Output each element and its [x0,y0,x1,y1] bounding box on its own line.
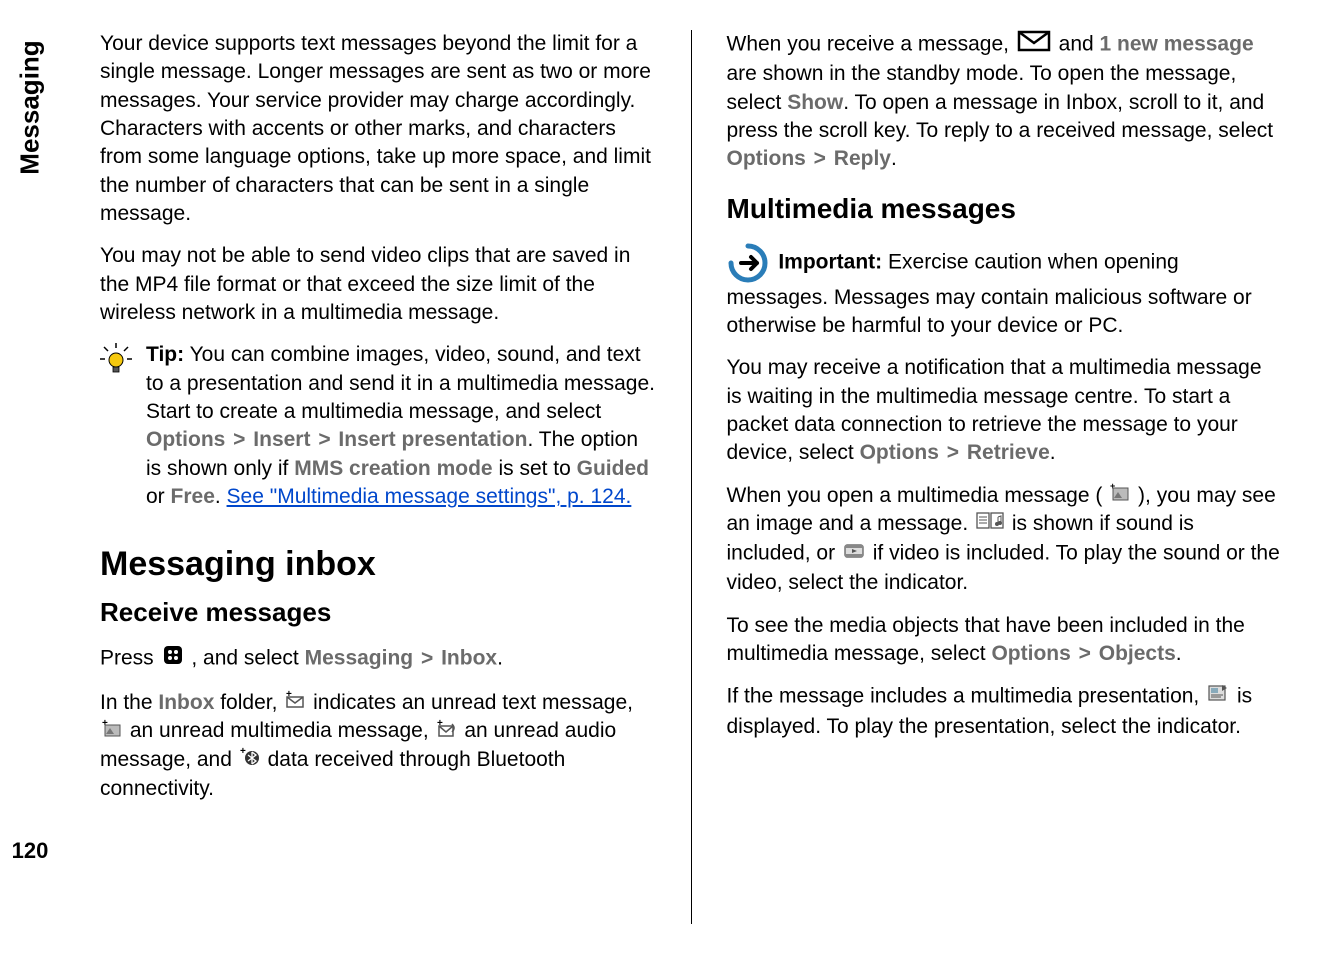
important-block: Important: Exercise caution when opening… [727,242,1283,341]
side-margin: Messaging 120 [0,0,60,954]
text: . [1176,642,1182,665]
option-label: Options [727,147,806,170]
paragraph: When you receive a message, and 1 new me… [727,30,1283,174]
text: . [891,147,897,170]
page: Messaging 120 Your device supports text … [0,0,1322,954]
option-label: Show [787,91,843,114]
tip-icon [100,343,132,375]
sound-included-icon [976,510,1004,538]
text: an unread multimedia message, [130,719,435,742]
unread-mms-icon: + [102,718,122,746]
option-label: Objects [1099,642,1176,665]
tip-text: Tip: You can combine images, video, soun… [146,341,656,511]
unread-audio-icon: + [437,718,457,746]
text: When you open a multimedia message ( [727,484,1103,507]
breadcrumb-sep: > [231,428,247,451]
content-area: Your device supports text messages beyon… [60,0,1322,954]
svg-text:+: + [240,746,246,757]
option-label: Options [860,441,939,464]
paragraph: Press , and select Messaging > Inbox. [100,644,656,674]
paragraph: When you open a multimedia message ( + )… [727,482,1283,598]
option-label: Options [146,428,225,451]
text: , and select [191,647,304,670]
text: or [146,485,171,508]
paragraph: If the message includes a multimedia pre… [727,682,1283,741]
section-label: Messaging [15,40,46,174]
tip-label: Tip: [146,343,184,366]
text: When you receive a message, [727,33,1015,56]
heading-inbox: Messaging inbox [100,542,656,588]
video-included-icon [843,539,865,569]
paragraph: Your device supports text messages beyon… [100,30,656,228]
option-label: Reply [834,147,891,170]
cross-reference-link[interactable]: See "Multimedia message settings", p. 12… [227,485,632,508]
paragraph: To see the media objects that have been … [727,612,1283,669]
subheading-receive: Receive messages [100,595,656,630]
text: If the message includes a multimedia pre… [727,685,1206,708]
section-label-text: Messaging [15,40,45,174]
option-label: Inbox [158,691,214,714]
breadcrumb-sep: > [1077,642,1093,665]
option-label: Options [991,642,1070,665]
text: . [497,647,503,670]
presentation-icon [1207,682,1229,712]
option-label: Insert [253,428,310,451]
breadcrumb-sep: > [812,147,828,170]
left-column: Your device supports text messages beyon… [100,30,656,924]
text: In the [100,691,158,714]
mms-icon: + [1110,482,1130,510]
paragraph: You may not be able to send video clips … [100,242,656,327]
status-text: 1 new message [1100,33,1254,56]
text: You can combine images, video, sound, an… [146,343,655,423]
text: . [1050,441,1056,464]
option-label: Insert presentation [338,428,527,451]
text: Press [100,647,160,670]
important-label: Important: [778,250,882,273]
column-divider [691,30,692,924]
option-label: Inbox [441,647,497,670]
page-number: 120 [12,838,49,864]
text: . [215,485,227,508]
unread-text-icon: + [285,689,305,717]
menu-key-icon [162,644,184,674]
right-column: When you receive a message, and 1 new me… [727,30,1283,924]
text: and [1059,33,1100,56]
breadcrumb-sep: > [419,647,435,670]
bluetooth-data-icon: + [240,746,260,774]
envelope-icon [1017,30,1051,60]
text: indicates an unread text message, [313,691,633,714]
paragraph: In the Inbox folder, + indicates an unre… [100,689,656,803]
subheading-multimedia: Multimedia messages [727,190,1283,228]
paragraph: You may receive a notification that a mu… [727,354,1283,467]
option-label: Guided [577,457,649,480]
breadcrumb-sep: > [316,428,332,451]
breadcrumb-sep: > [945,441,961,464]
option-label: MMS creation mode [294,457,492,480]
option-label: Retrieve [967,441,1050,464]
text: is set to [493,457,577,480]
important-icon [727,242,769,284]
option-label: Messaging [305,647,414,670]
option-label: Free [171,485,215,508]
text: folder, [214,691,283,714]
tip-block: Tip: You can combine images, video, soun… [100,341,656,511]
